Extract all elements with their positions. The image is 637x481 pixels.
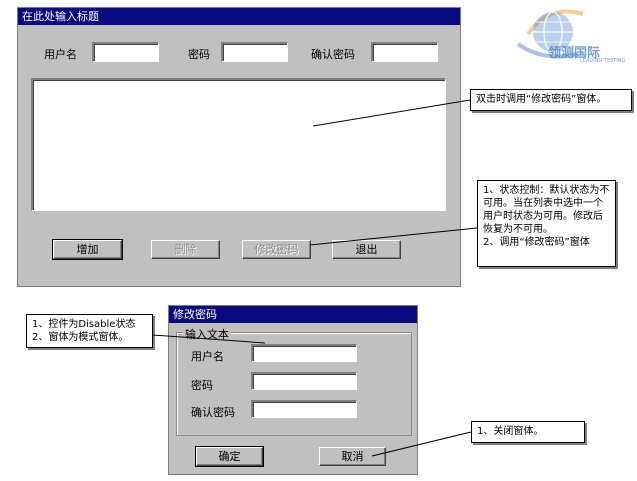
leader-line-buttons bbox=[309, 227, 478, 246]
leader-line-cancel bbox=[371, 431, 472, 457]
leader-lines bbox=[152, 99, 478, 457]
leader-line-list bbox=[312, 99, 471, 127]
leader-line-dialog bbox=[152, 334, 266, 344]
